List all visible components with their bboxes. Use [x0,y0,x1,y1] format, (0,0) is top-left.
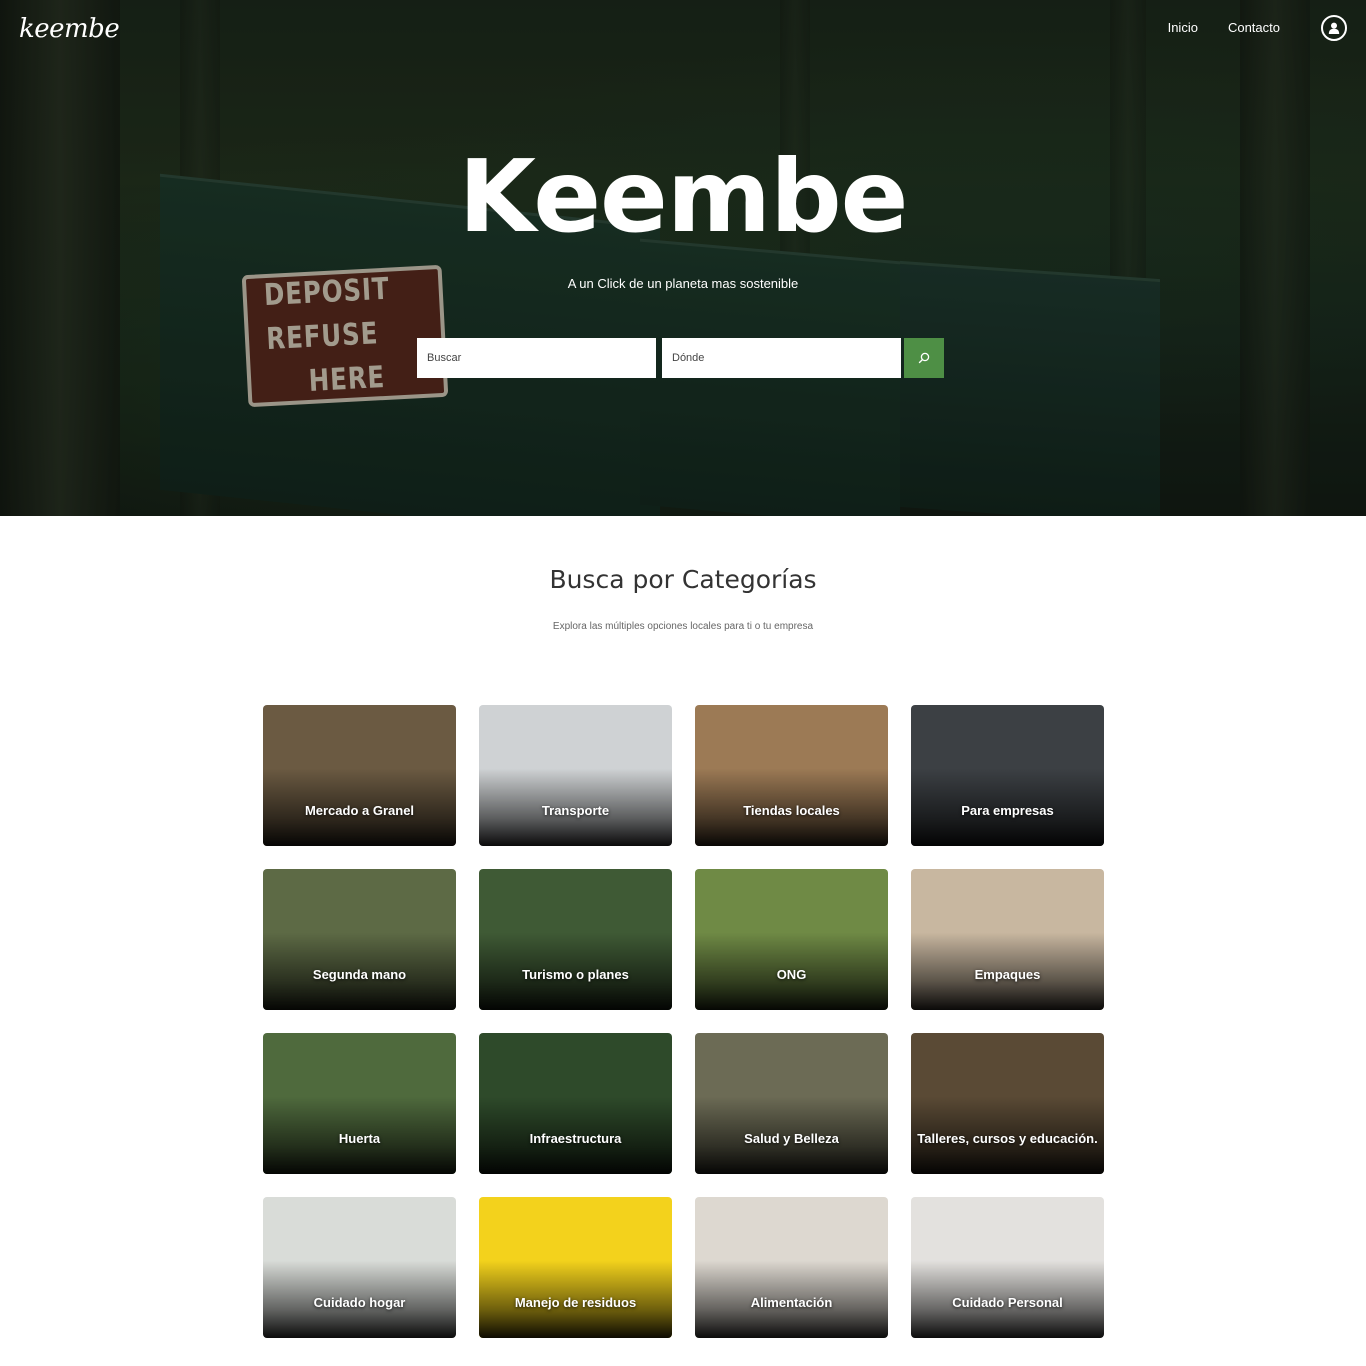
card-gradient-overlay [911,1197,1104,1338]
card-gradient-overlay [911,1033,1104,1174]
category-card-label: Transporte [541,803,610,818]
category-card-label: Turismo o planes [522,967,629,982]
category-card-turismo-o-planes[interactable]: Turismo o planes [479,869,672,1010]
hero-subtitle: A un Click de un planeta mas sostenible [567,276,799,291]
category-card-salud-y-belleza[interactable]: Salud y Belleza [695,1033,888,1174]
card-gradient-overlay [263,1033,456,1174]
category-card-label: Cuidado Personal [952,1295,1063,1310]
category-card-label: Huerta [338,1131,381,1146]
card-gradient-overlay [263,1197,456,1338]
category-card-label: Segunda mano [312,967,407,982]
top-nav: Inicio Contacto [1168,20,1280,35]
category-card-infraestructura[interactable]: Infraestructura [479,1033,672,1174]
category-card-label: Talleres, cursos y educación. [917,1131,1098,1146]
category-card-segunda-mano[interactable]: Segunda mano [263,869,456,1010]
category-card-cuidado-personal[interactable]: Cuidado Personal [911,1197,1104,1338]
category-card-label: Infraestructura [529,1131,622,1146]
category-card-para-empresas[interactable]: Para empresas [911,705,1104,846]
hero-overlay [0,0,1366,516]
card-gradient-overlay [695,869,888,1010]
card-gradient-overlay [911,705,1104,846]
category-card-cuidado-hogar[interactable]: Cuidado hogar [263,1197,456,1338]
category-card-tiendas-locales[interactable]: Tiendas locales [695,705,888,846]
site-logo[interactable]: keembe [19,14,120,44]
card-gradient-overlay [263,869,456,1010]
nav-link-inicio[interactable]: Inicio [1168,20,1198,35]
nav-link-contacto[interactable]: Contacto [1228,20,1280,35]
categories-subheading: Explora las múltiples opciones locales p… [552,621,814,632]
location-input[interactable] [662,338,901,378]
category-card-label: Alimentación [750,1295,833,1310]
card-gradient-overlay [479,705,672,846]
card-gradient-overlay [479,1197,672,1338]
categories-heading: Busca por Categorías [549,565,817,594]
search-button[interactable] [904,338,944,378]
user-silhouette-icon [1328,22,1340,34]
hero-title: Keembe [458,138,909,255]
category-card-label: Mercado a Granel [304,803,415,818]
card-gradient-overlay [479,1033,672,1174]
card-gradient-overlay [695,1033,888,1174]
category-card-transporte[interactable]: Transporte [479,705,672,846]
category-card-label: Empaques [974,967,1041,982]
category-card-manejo-de-residuos[interactable]: Manejo de residuos [479,1197,672,1338]
category-card-label: Cuidado hogar [313,1295,406,1310]
category-card-talleres-cursos-y-educacion[interactable]: Talleres, cursos y educación. [911,1033,1104,1174]
category-card-label: Manejo de residuos [514,1295,637,1310]
card-gradient-overlay [911,869,1104,1010]
card-gradient-overlay [263,705,456,846]
category-card-ong[interactable]: ONG [695,869,888,1010]
search-input[interactable] [417,338,656,378]
category-card-huerta[interactable]: Huerta [263,1033,456,1174]
category-card-alimentacion[interactable]: Alimentación [695,1197,888,1338]
category-card-label: Para empresas [961,803,1054,818]
category-grid: Mercado a Granel Transporte Tiendas locale… [263,705,1104,1338]
hero-banner: DEPOSIT REFUSE HERE keembe Inicio Contac… [0,0,1366,516]
category-card-mercado-a-granel[interactable]: Mercado a Granel [263,705,456,846]
card-gradient-overlay [695,1197,888,1338]
search-bar [417,338,944,378]
card-gradient-overlay [695,705,888,846]
category-card-label: Salud y Belleza [744,1131,839,1146]
search-icon [918,352,930,364]
card-gradient-overlay [479,869,672,1010]
category-card-label: ONG [776,967,807,982]
category-card-empaques[interactable]: Empaques [911,869,1104,1010]
category-card-label: Tiendas locales [743,803,840,818]
user-account-icon[interactable] [1321,15,1347,41]
